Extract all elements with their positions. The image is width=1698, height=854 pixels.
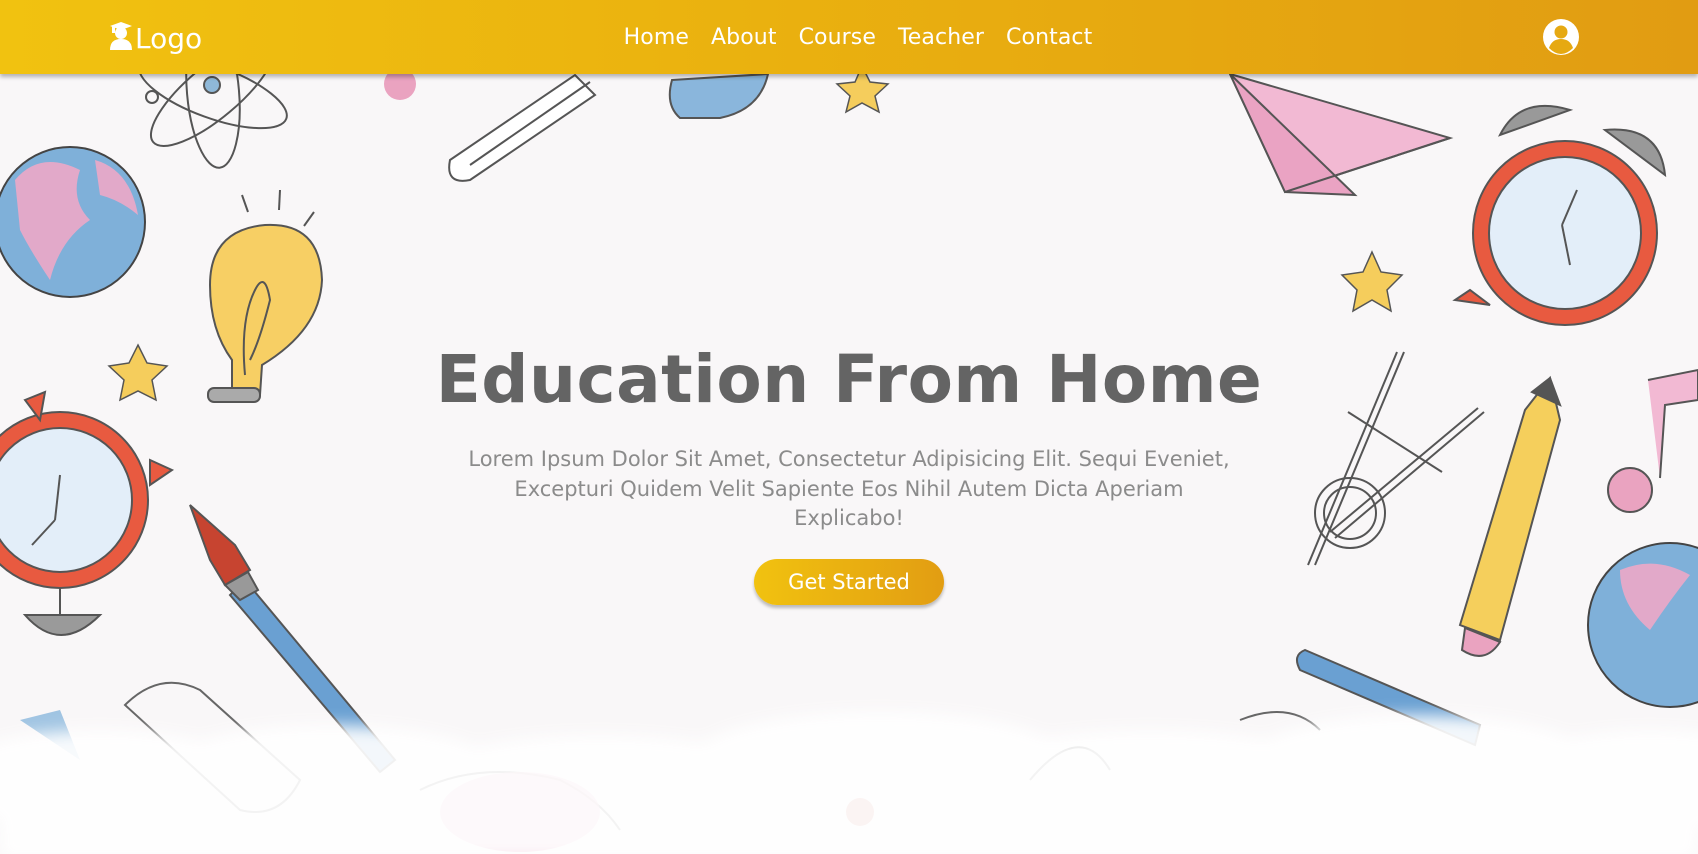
paper-plane-icon	[1228, 72, 1454, 197]
navbar: Logo Home About Course Teacher Contact	[0, 0, 1698, 74]
hero-section: Education From Home Lorem Ipsum Dolor Si…	[0, 340, 1698, 606]
nav-link-teacher[interactable]: Teacher	[898, 25, 984, 50]
nav-link-contact[interactable]: Contact	[1006, 25, 1092, 50]
globe-icon	[0, 146, 146, 298]
pencil-icon	[448, 73, 597, 182]
hero-title: Education From Home	[435, 341, 1263, 418]
eraser-icon	[668, 72, 770, 119]
get-started-button[interactable]: Get Started	[754, 559, 944, 606]
user-circle-icon[interactable]	[1542, 18, 1580, 56]
nav-link-home[interactable]: Home	[624, 25, 689, 50]
nav-link-about[interactable]: About	[711, 25, 777, 50]
alarm-clock-icon	[1452, 104, 1667, 326]
hero-subtitle: Lorem Ipsum Dolor Sit Amet, Consectetur …	[468, 447, 1230, 530]
cloud-decoration	[0, 712, 1698, 854]
nav-link-course[interactable]: Course	[799, 25, 876, 50]
main-nav: Home About Course Teacher Contact	[0, 0, 1698, 74]
star-icon	[1340, 250, 1404, 313]
